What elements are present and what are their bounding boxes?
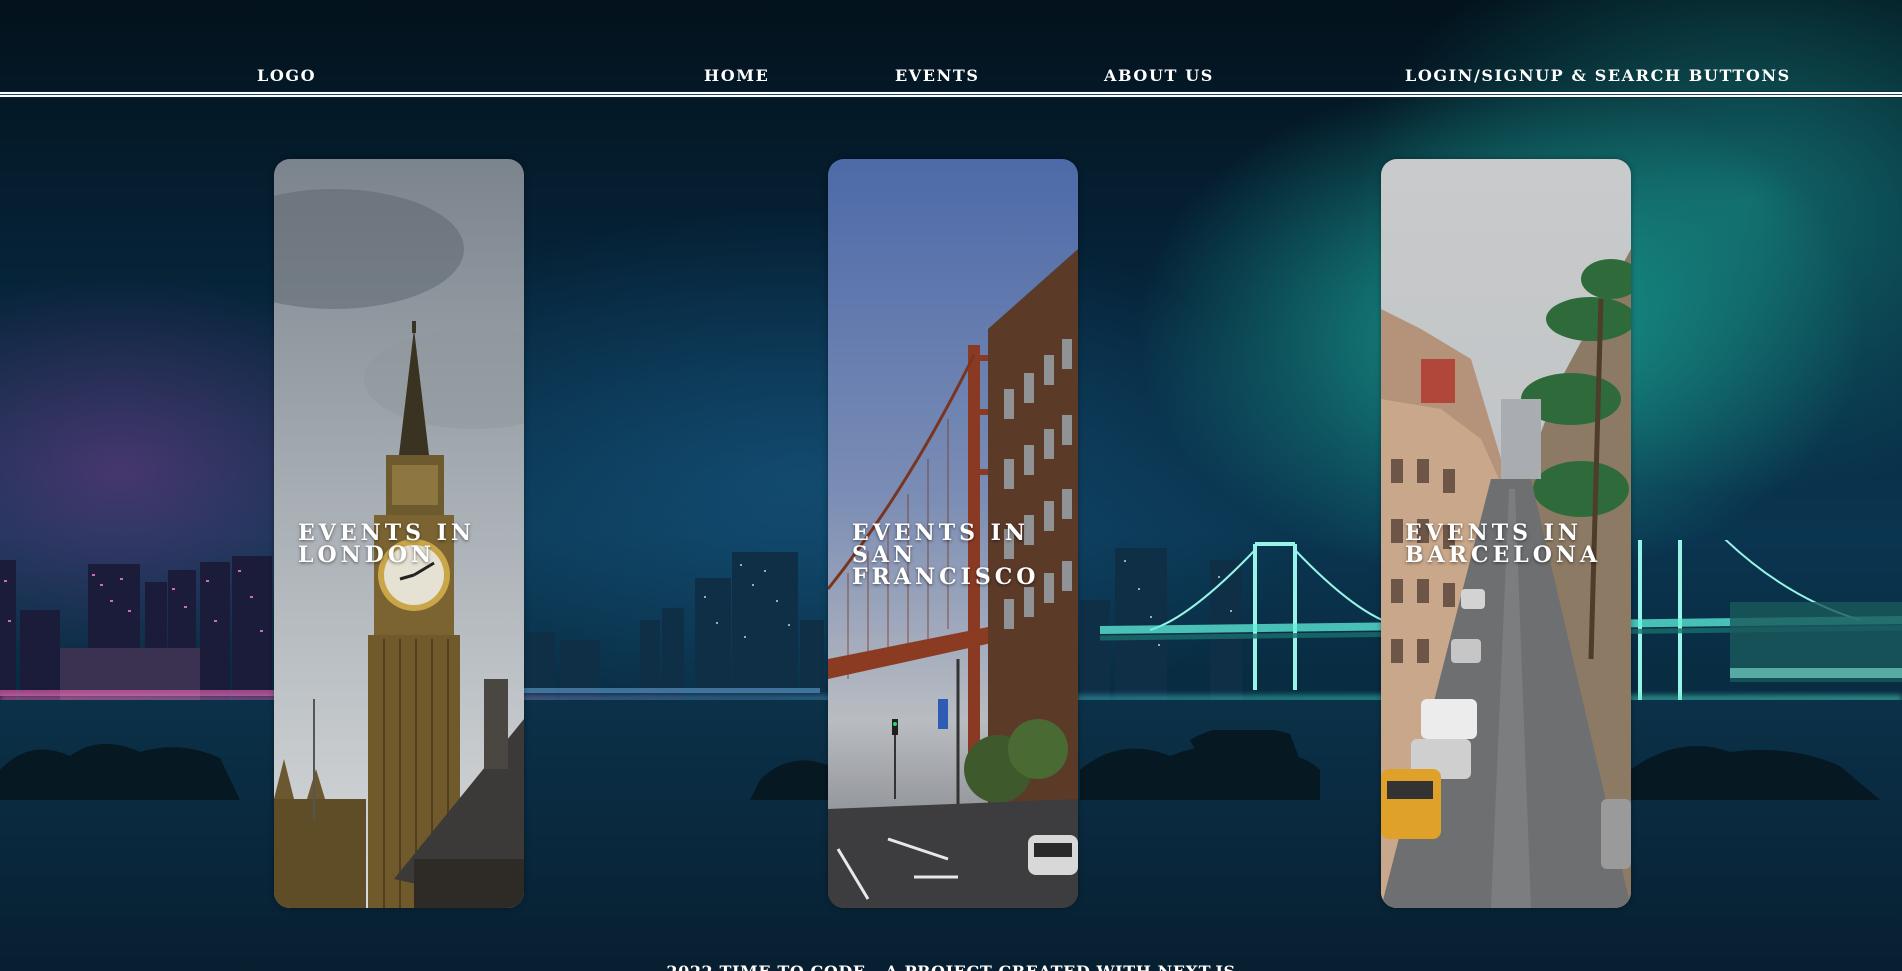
nav-events-link[interactable]: EVENTS: [895, 66, 980, 85]
card-title-san-francisco: EVENTS IN SAN FRANCISCO: [852, 520, 1040, 590]
nav-home-link[interactable]: HOME: [704, 66, 769, 85]
footer-text: 2022 TIME TO CODE - A PROJECT CREATED WI…: [0, 962, 1902, 971]
card-title-barcelona: EVENTS IN BARCELONA: [1405, 520, 1602, 568]
nav-divider: [0, 92, 1902, 97]
event-card-san-francisco[interactable]: EVENTS IN SAN FRANCISCO: [828, 159, 1078, 908]
top-navigation: LOGO HOME EVENTS ABOUT US LOGIN/SIGNUP &…: [0, 0, 1902, 97]
event-card-barcelona[interactable]: EVENTS IN BARCELONA: [1381, 159, 1631, 908]
nav-about-link[interactable]: ABOUT US: [1104, 66, 1214, 85]
login-signup-search-buttons[interactable]: LOGIN/SIGNUP & SEARCH BUTTONS: [1405, 66, 1791, 85]
card-title-london: EVENTS IN LONDON: [298, 520, 476, 568]
logo[interactable]: LOGO: [257, 66, 316, 85]
event-card-london[interactable]: EVENTS IN LONDON: [274, 159, 524, 908]
